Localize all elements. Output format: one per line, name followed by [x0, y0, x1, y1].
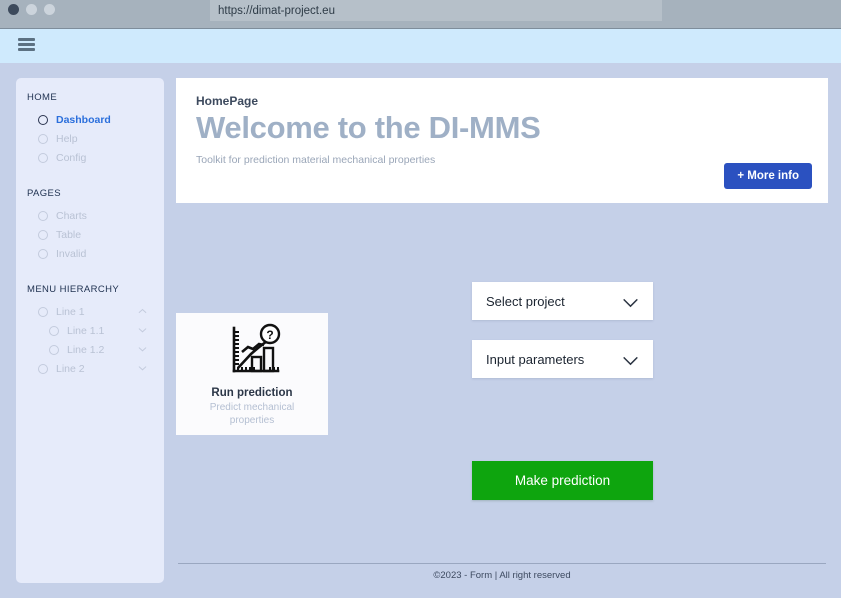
main-content: HomePage Welcome to the DI-MMS Toolkit f… [176, 78, 828, 583]
url-bar[interactable]: https://dimat-project.eu [210, 0, 662, 21]
sidebar-section-title: PAGES [27, 188, 62, 199]
radio-icon [38, 364, 48, 374]
sidebar-item-label: Charts [56, 210, 87, 222]
chevron-down-icon[interactable] [138, 346, 147, 354]
sidebar-item-label: Help [56, 133, 78, 145]
sidebar-section-title: MENU HIERARCHY [27, 284, 120, 295]
sidebar-group-menu-hierarchy: MENU HIERARCHY Line 1 Line 1.1 Line 1.2 [16, 284, 164, 377]
hamburger-icon[interactable] [18, 38, 35, 51]
sidebar-item-charts[interactable]: Charts [16, 208, 164, 224]
run-prediction-title: Run prediction [211, 387, 293, 399]
radio-icon [38, 115, 48, 125]
browser-chrome: https://dimat-project.eu [0, 0, 841, 28]
minimize-window-button[interactable] [26, 4, 37, 15]
sidebar-item-table[interactable]: Table [16, 227, 164, 243]
radio-icon [38, 153, 48, 163]
chevron-up-icon[interactable] [138, 308, 147, 316]
chevron-down-icon[interactable] [138, 327, 147, 335]
sidebar: HOME Dashboard Help Config PAGES Charts [16, 78, 164, 583]
chart-question-icon: ? [218, 323, 286, 381]
sidebar-item-invalid[interactable]: Invalid [16, 246, 164, 262]
hero-card: HomePage Welcome to the DI-MMS Toolkit f… [176, 78, 828, 203]
sidebar-item-label: Dashboard [56, 114, 111, 126]
sidebar-item-label: Line 2 [56, 363, 85, 375]
sidebar-item-label: Config [56, 152, 87, 164]
url-text: https://dimat-project.eu [218, 4, 335, 17]
radio-icon [38, 230, 48, 240]
hamburger-bar [18, 48, 35, 51]
sidebar-section-title: HOME [27, 92, 58, 103]
make-prediction-button[interactable]: Make prediction [472, 461, 653, 500]
hamburger-bar [18, 43, 35, 46]
chevron-down-icon[interactable] [138, 365, 147, 373]
input-parameters-dropdown[interactable]: Input parameters [472, 340, 653, 378]
sidebar-item-line-1[interactable]: Line 1 [16, 304, 164, 320]
maximize-window-button[interactable] [44, 4, 55, 15]
window-controls [8, 4, 55, 15]
input-parameters-label: Input parameters [486, 351, 585, 367]
sidebar-item-line-2[interactable]: Line 2 [16, 361, 164, 377]
sidebar-item-label: Line 1.1 [67, 325, 105, 337]
more-info-button[interactable]: + More info [724, 163, 812, 189]
run-prediction-card[interactable]: ? Run prediction Predict mechanical prop… [176, 313, 328, 435]
radio-icon [49, 345, 59, 355]
radio-icon [38, 134, 48, 144]
select-project-dropdown[interactable]: Select project [472, 282, 653, 320]
select-project-label: Select project [486, 293, 565, 309]
sidebar-item-label: Invalid [56, 248, 87, 260]
close-window-button[interactable] [8, 4, 19, 15]
chevron-down-icon [622, 296, 639, 308]
breadcrumb: HomePage [196, 94, 259, 108]
sidebar-item-line-1-1[interactable]: Line 1.1 [16, 323, 164, 339]
sidebar-item-config[interactable]: Config [16, 150, 164, 166]
svg-text:?: ? [266, 328, 273, 342]
radio-icon [38, 307, 48, 317]
footer-divider [178, 563, 826, 564]
sidebar-item-line-1-2[interactable]: Line 1.2 [16, 342, 164, 358]
app-root: https://dimat-project.eu HOME Dashboard … [0, 0, 841, 598]
sidebar-group-home: HOME Dashboard Help Config [16, 92, 164, 166]
radio-icon [49, 326, 59, 336]
page-subtitle: Toolkit for prediction material mechanic… [196, 154, 436, 166]
sidebar-item-help[interactable]: Help [16, 131, 164, 147]
radio-icon [38, 211, 48, 221]
sidebar-item-label: Line 1 [56, 306, 85, 318]
run-prediction-subtitle: Predict mechanical properties [209, 402, 295, 426]
chevron-down-icon [622, 354, 639, 366]
footer-text: ©2023 - Form | All right reserved [433, 570, 571, 581]
sidebar-item-label: Table [56, 229, 82, 241]
sidebar-group-pages: PAGES Charts Table Invalid [16, 188, 164, 262]
page-title: Welcome to the DI-MMS [196, 110, 541, 145]
sidebar-item-label: Line 1.2 [67, 344, 105, 356]
hamburger-bar [18, 38, 35, 41]
app-topbar [0, 28, 841, 63]
radio-icon [38, 249, 48, 259]
sidebar-item-dashboard[interactable]: Dashboard [16, 112, 164, 128]
